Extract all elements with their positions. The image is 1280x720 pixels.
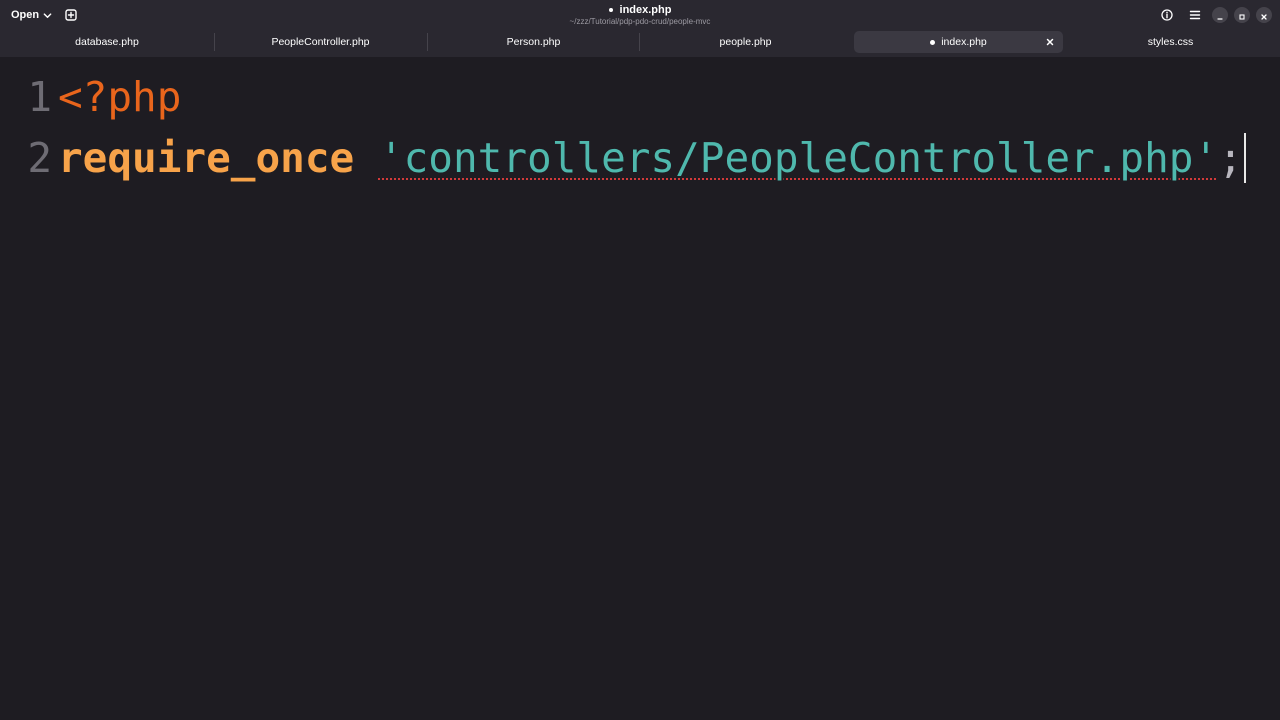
- document-info-button[interactable]: [1156, 4, 1178, 26]
- chevron-down-icon: [43, 11, 52, 20]
- tab-bar: database.php PeopleController.php Person…: [0, 30, 1280, 57]
- text-cursor: [1243, 133, 1246, 183]
- minimize-icon: [1216, 6, 1224, 25]
- code-line: 1 <?php: [0, 67, 181, 127]
- open-button[interactable]: Open: [6, 4, 57, 26]
- close-window-button[interactable]: [1256, 7, 1272, 23]
- tab-peoplecontroller-php[interactable]: PeopleController.php: [216, 31, 425, 53]
- new-tab-icon: [65, 6, 77, 25]
- window-subtitle: ~/zzz/Tutorial/pdp-pdo-crud/people-mvc: [569, 17, 711, 26]
- line-number: 1: [27, 73, 52, 121]
- tab-label: Person.php: [506, 36, 561, 48]
- tab-label: PeopleController.php: [271, 36, 370, 48]
- header-actions: [1156, 4, 1272, 26]
- info-icon: [1161, 6, 1173, 25]
- code-line: 2 require_once 'controllers/PeopleContro…: [0, 128, 1246, 188]
- window-title: index.php: [440, 3, 840, 17]
- tab-styles-css[interactable]: styles.css: [1066, 31, 1275, 53]
- tab-separator: [214, 33, 215, 51]
- maximize-button[interactable]: [1234, 7, 1250, 23]
- php-open-tag: <?php: [58, 73, 182, 121]
- header-bar: Open index.php ~/zzz/Tutorial/pdp-pdo-cr…: [0, 0, 1280, 30]
- code-content[interactable]: <?php: [58, 73, 181, 121]
- maximize-icon: [1238, 6, 1246, 25]
- text-editor-window: Open index.php ~/zzz/Tutorial/pdp-pdo-cr…: [0, 0, 1280, 720]
- minimize-button[interactable]: [1212, 7, 1228, 23]
- tab-close-button[interactable]: [1043, 35, 1057, 49]
- tab-people-php[interactable]: people.php: [641, 31, 850, 53]
- code-content[interactable]: require_once 'controllers/PeopleControll…: [58, 133, 1246, 183]
- tab-label: people.php: [719, 36, 772, 48]
- new-tab-button[interactable]: [60, 4, 82, 26]
- open-button-label: Open: [11, 9, 40, 21]
- main-menu-button[interactable]: [1184, 4, 1206, 26]
- string-token: 'controllers/PeopleController.php': [378, 134, 1219, 182]
- tab-label: styles.css: [1147, 36, 1194, 48]
- hamburger-menu-icon: [1189, 6, 1201, 25]
- tab-label: index.php: [941, 36, 987, 48]
- tab-database-php[interactable]: database.php: [2, 31, 212, 53]
- keyword-token: require_once: [58, 134, 355, 182]
- line-number: 2: [27, 134, 52, 182]
- window-title-block: index.php ~/zzz/Tutorial/pdp-pdo-crud/pe…: [440, 3, 840, 27]
- close-icon: [1046, 38, 1054, 46]
- tab-separator: [639, 33, 640, 51]
- tab-label-wrap: index.php: [930, 36, 987, 48]
- modified-indicator: [930, 39, 936, 45]
- tab-index-php[interactable]: index.php: [854, 31, 1063, 53]
- close-icon: [1260, 6, 1268, 25]
- punctuation-token: ;: [1218, 134, 1243, 182]
- modified-indicator: [608, 8, 613, 12]
- tab-label: database.php: [75, 36, 139, 48]
- tab-person-php[interactable]: Person.php: [429, 31, 638, 53]
- window-title-text: index.php: [619, 4, 672, 16]
- tab-separator: [427, 33, 428, 51]
- code-editor[interactable]: 1 <?php 2 require_once 'controllers/Peop…: [0, 57, 1280, 720]
